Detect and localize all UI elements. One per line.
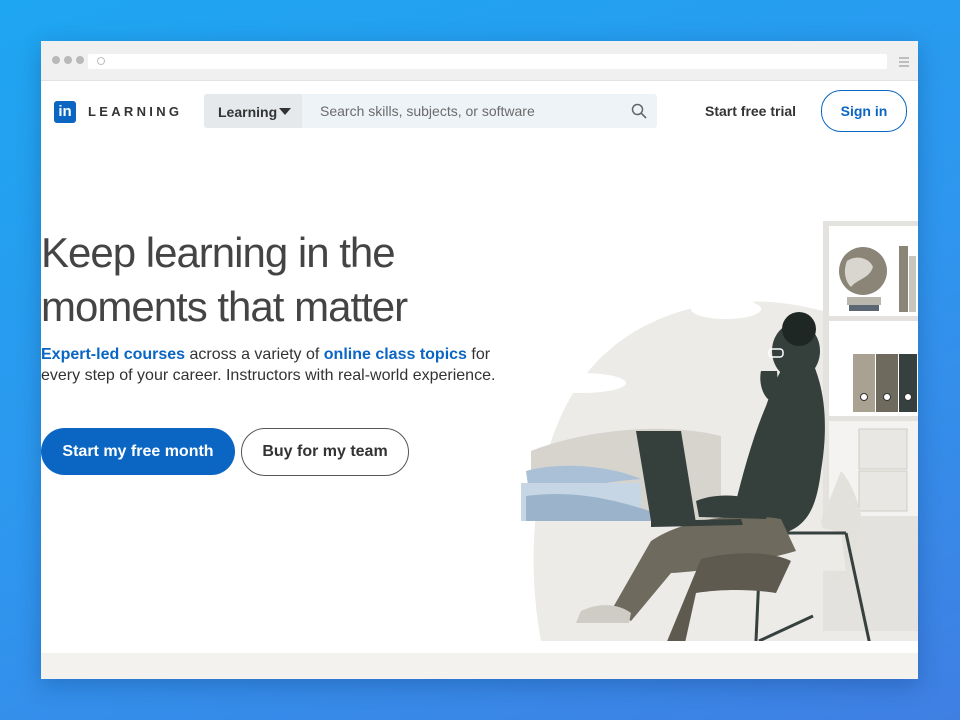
page-content: in LEARNING Learning Start free trial Si… (41, 81, 918, 679)
sign-in-button[interactable]: Sign in (821, 90, 907, 132)
start-free-month-button[interactable]: Start my free month (41, 428, 235, 475)
expert-led-courses-link[interactable]: Expert-led courses (41, 346, 185, 363)
online-class-topics-link[interactable]: online class topics (324, 346, 467, 363)
reload-icon[interactable] (97, 57, 105, 65)
learning-wordmark[interactable]: LEARNING (88, 104, 182, 119)
search-category-dropdown[interactable]: Learning (204, 94, 302, 128)
hero-title-line1: Keep learning in the (41, 229, 396, 276)
window-controls (52, 56, 84, 64)
start-free-trial-link[interactable]: Start free trial (705, 103, 796, 119)
search-button[interactable] (621, 94, 657, 128)
hamburger-icon[interactable] (899, 57, 909, 69)
address-bar[interactable] (88, 54, 887, 69)
caret-down-icon (279, 108, 291, 115)
hero-desc-text1: across a variety of (185, 346, 324, 363)
search-icon (631, 103, 647, 119)
search-bar: Learning (204, 94, 657, 128)
buy-for-team-button[interactable]: Buy for my team (241, 428, 409, 476)
footer-band (41, 653, 918, 679)
browser-chrome (41, 41, 918, 81)
window-minimize-dot[interactable] (64, 56, 72, 64)
window-close-dot[interactable] (52, 56, 60, 64)
search-input[interactable] (308, 94, 630, 128)
hero-illustration (521, 221, 918, 641)
browser-window: in LEARNING Learning Start free trial Si… (41, 41, 918, 679)
hero-description: Expert-led courses across a variety of o… (41, 344, 501, 386)
search-category-label: Learning (218, 104, 278, 120)
window-zoom-dot[interactable] (76, 56, 84, 64)
hero-title-line2: moments that matter (41, 283, 408, 330)
hero-title: Keep learning in the moments that matter (41, 226, 501, 334)
linkedin-logo-icon[interactable]: in (54, 101, 76, 123)
